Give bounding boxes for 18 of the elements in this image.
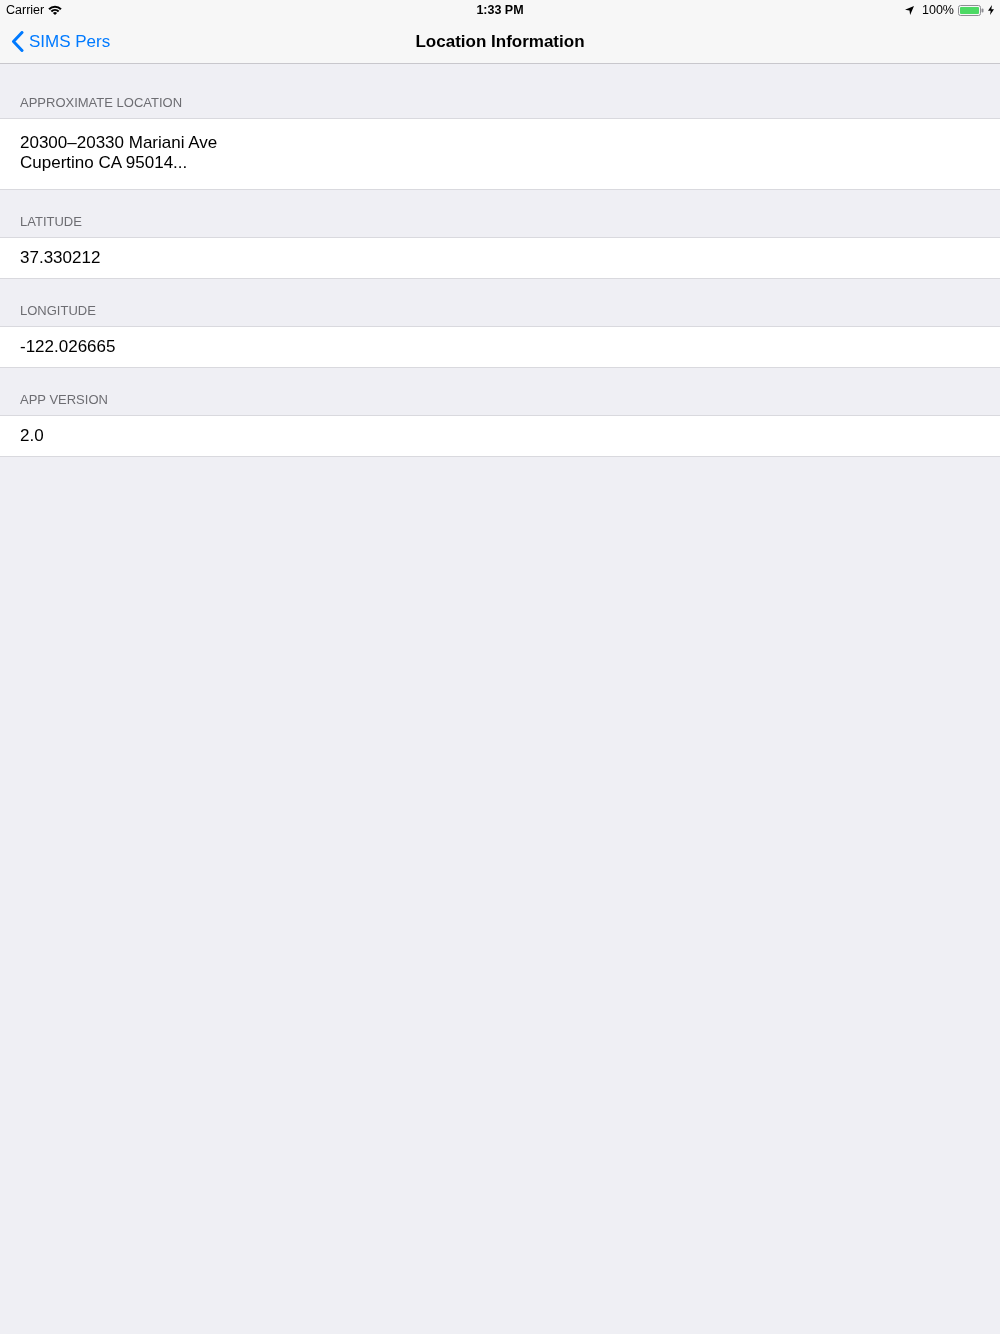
chevron-left-icon [11,31,24,52]
location-arrow-icon [905,5,914,15]
battery-percent: 100% [922,1,954,19]
cell-value: 37.330212 [20,248,101,268]
section-header: APPROXIMATE LOCATION [20,95,183,111]
cell-value: -122.026665 [20,337,116,357]
back-button[interactable]: SIMS Pers [11,31,111,52]
section-header: APP VERSION [20,392,108,408]
status-time: 1:33 PM [476,1,524,19]
carrier-name: Carrier [6,1,45,19]
cell-value: 2.0 [20,426,44,446]
section-header: LONGITUDE [20,303,96,319]
charging-bolt-icon [988,5,994,15]
battery-icon [958,4,984,16]
cell-value: 20300–20330 Mariani Ave Cupertino CA 95014... [20,133,218,173]
screen-title: Location Information [415,31,585,52]
section-header: LATITUDE [20,214,82,230]
wifi-icon [48,5,63,15]
